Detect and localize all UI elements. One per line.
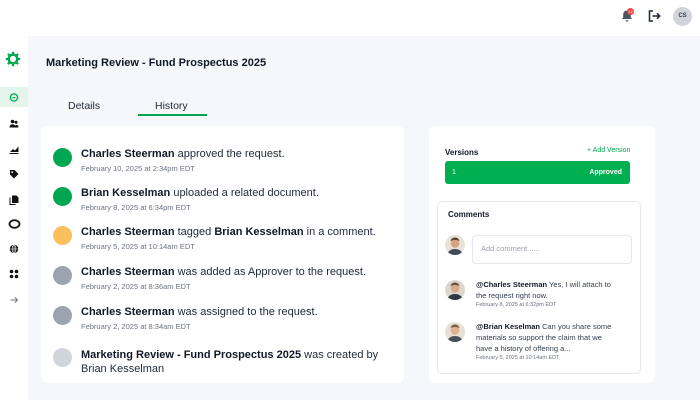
page-title: Marketing Review - Fund Prospectus 2025 xyxy=(46,57,267,69)
add-version-link[interactable]: + Add Version xyxy=(587,147,630,154)
versions-card: Versions + Add Version 1 Approved Commen… xyxy=(429,126,655,383)
event-action: was assigned to the request. xyxy=(174,306,318,318)
apps-icon xyxy=(9,269,19,279)
status-dot xyxy=(53,226,72,245)
sidebar-item-expand[interactable] xyxy=(0,290,28,310)
event-action: tagged xyxy=(174,226,215,238)
comment-item: @Brian Keselman Can you share some mater… xyxy=(476,321,616,362)
status-dot xyxy=(53,266,72,285)
comments-panel: Comments Add comment...... @Charles Stee… xyxy=(437,201,641,374)
event-action: uploaded a related document. xyxy=(170,187,319,199)
tab-history[interactable]: History xyxy=(155,100,188,112)
arrow-right-icon xyxy=(10,296,19,304)
event-actor: Charles Steerman xyxy=(81,226,175,238)
event-text: Charles Steerman approved the request. xyxy=(81,148,391,161)
sidebar-item-ring[interactable] xyxy=(0,214,28,234)
event-suffix: in a comment. xyxy=(303,226,376,238)
gear-logo-icon[interactable] xyxy=(5,51,21,67)
version-status: Approved xyxy=(589,169,622,176)
user-avatar[interactable]: CS xyxy=(673,7,692,26)
comment-author[interactable]: @Brian Keselman xyxy=(476,322,540,331)
comment-author-avatar xyxy=(445,322,465,342)
event-text: Charles Steerman was assigned to the req… xyxy=(81,306,391,319)
comment-input[interactable]: Add comment...... xyxy=(472,235,632,264)
event-target: Brian Kesselman xyxy=(214,226,304,238)
status-dot xyxy=(53,348,72,367)
version-number: 1 xyxy=(452,169,456,176)
sidebar-item-document[interactable] xyxy=(0,190,28,210)
sidebar-item-globe[interactable] xyxy=(0,239,28,259)
event-date: February 2, 2025 at 8:36am EDT xyxy=(81,282,191,291)
sidebar-item-tag[interactable] xyxy=(0,164,28,184)
comment-date: February 5, 2025 at 10:14am EDT xyxy=(476,355,560,361)
status-dot xyxy=(53,306,72,325)
top-bar: 12 CS xyxy=(0,0,700,36)
event-actor: Marketing Review - Fund Prospectus 2025 xyxy=(81,349,302,361)
event-text: Charles Steerman tagged Brian Kesselman … xyxy=(81,226,391,239)
tag-icon xyxy=(10,170,19,179)
sidebar-item-apps[interactable] xyxy=(0,264,28,284)
comment-date: February 8, 2025 at 6:32pm EDT xyxy=(476,302,557,308)
event-text: Charles Steerman was added as Approver t… xyxy=(81,266,391,279)
notification-badge: 12 xyxy=(627,8,634,15)
logout-icon[interactable] xyxy=(647,9,661,23)
home-icon xyxy=(9,93,19,102)
chart-icon xyxy=(9,146,19,154)
sidebar xyxy=(0,36,28,400)
status-dot xyxy=(53,148,72,167)
event-actor: Charles Steerman xyxy=(81,266,175,278)
globe-icon xyxy=(9,244,19,254)
active-tab-indicator xyxy=(138,114,207,116)
event-action: approved the request. xyxy=(174,148,285,160)
status-dot xyxy=(53,187,72,206)
people-icon xyxy=(9,119,19,128)
event-action: was added as Approver to the request. xyxy=(174,266,366,278)
sidebar-item-people[interactable] xyxy=(0,113,28,133)
event-text: Marketing Review - Fund Prospectus 2025 … xyxy=(81,348,391,376)
comments-title: Comments xyxy=(448,210,490,219)
comment-author[interactable]: @Charles Steerman xyxy=(476,280,547,289)
tab-details[interactable]: Details xyxy=(68,100,100,112)
event-actor: Charles Steerman xyxy=(81,306,175,318)
comment-author-avatar xyxy=(445,280,465,300)
document-icon xyxy=(9,195,19,205)
event-text: Brian Kesselman uploaded a related docum… xyxy=(81,187,391,200)
ring-icon xyxy=(8,219,20,229)
event-date: February 5, 2025 at 10:14am EDT xyxy=(81,242,195,251)
current-user-avatar xyxy=(445,235,465,255)
history-card: Charles Steerman approved the request. F… xyxy=(41,126,404,383)
versions-title: Versions xyxy=(445,148,479,157)
version-row[interactable]: 1 Approved xyxy=(445,161,630,184)
event-date: February 2, 2025 at 8:34am EDT xyxy=(81,322,191,331)
sidebar-item-chart[interactable] xyxy=(0,139,28,159)
event-actor: Brian Kesselman xyxy=(81,187,171,199)
comment-item: @Charles Steerman Yes, I will attach to … xyxy=(476,279,616,309)
event-date: February 8, 2025 at 6:34pm EDT xyxy=(81,203,191,212)
sidebar-item-home[interactable] xyxy=(0,87,28,107)
event-date: February 10, 2025 at 2:34pm EDT xyxy=(81,164,195,173)
event-actor: Charles Steerman xyxy=(81,148,175,160)
